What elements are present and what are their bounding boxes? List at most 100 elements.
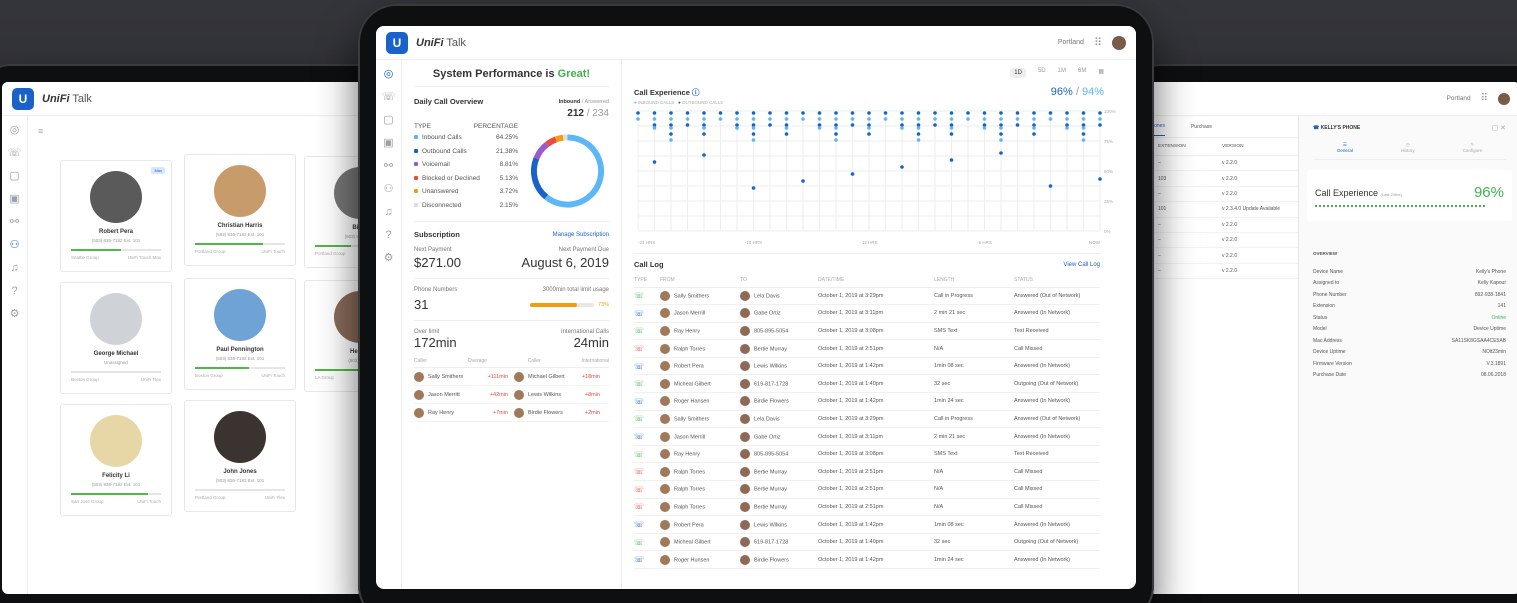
user-card[interactable]: George Michael Unassigned Boston Group UniF… <box>60 282 172 394</box>
user-card[interactable]: Christian Harris (503) 836-7182 Ext. 101 P… <box>184 154 296 266</box>
table-row[interactable]: ☏ Jason Merrill Gabe Ortiz October 1, 2019 … <box>634 304 1100 323</box>
table-row[interactable]: – v 2.2.0 <box>1148 264 1298 280</box>
user-card[interactable]: Max Robert Pera (503) 836-7182 Ext. 101 Sea… <box>60 160 172 272</box>
dashboard-icon[interactable]: ◎ <box>10 124 20 136</box>
avatar <box>214 165 266 217</box>
experience-point <box>982 126 987 130</box>
users-icon[interactable]: ⚇ <box>384 183 394 195</box>
filter-icon[interactable]: ≡ <box>38 126 43 136</box>
table-row[interactable]: – v 2.2.0 <box>1148 248 1298 264</box>
user-card[interactable]: John Jones (503) 836-7182 Ext. 101 Portlan… <box>184 400 296 512</box>
devices-icon[interactable]: ▢ <box>383 114 393 126</box>
table-row[interactable]: 101 v 2.3.4.0 Update Available <box>1148 202 1298 218</box>
to-name: 619-817-1728 <box>754 539 789 546</box>
table-row[interactable]: ☏ Micheal Gilbert 619-817-1728 October 1, 2… <box>634 533 1100 552</box>
routing-icon[interactable]: ⚯ <box>384 160 393 172</box>
user-card[interactable]: Paul Pennington (503) 836-7182 Ext. 101 Bo… <box>184 278 296 390</box>
settings-icon[interactable]: ⚙ <box>10 308 20 320</box>
to-name: Bertie Murray <box>754 346 788 353</box>
table-row[interactable]: ☏ Micheal Gilbert 619-817-1728 October 1, 2… <box>634 374 1100 394</box>
table-row[interactable]: ☏ Roger Hansen Birdie Flowers October 1, 20… <box>634 392 1100 411</box>
call-datetime: October 1, 2019 at 1:42pm <box>818 550 934 569</box>
experience-point <box>652 126 657 130</box>
help-icon[interactable]: ? <box>11 285 17 297</box>
tab-5d[interactable]: 5D <box>1038 68 1046 78</box>
log-header[interactable]: TO <box>740 273 818 288</box>
table-row[interactable]: ☏ Robert Pera Lewis Wilkins October 1, 2019… <box>634 357 1100 376</box>
exp-value: 96% <box>1473 184 1504 201</box>
table-row[interactable]: ☏ Robert Pera Lewis Wilkins October 1, 2019… <box>634 515 1100 534</box>
table-row[interactable]: – v 2.2.0 <box>1148 156 1298 172</box>
from-name: Ray Henry <box>674 451 700 458</box>
bell-icon[interactable]: ♫ <box>384 206 392 218</box>
table-row[interactable]: ☏ Ray Henry 805-895-5054 October 1, 2019 at… <box>634 322 1100 341</box>
users-icon[interactable]: ⚇ <box>10 239 20 251</box>
experience-point <box>900 126 904 130</box>
tab-purchase[interactable]: Purchase <box>1191 124 1212 130</box>
table-row[interactable]: ☏ Ray Henry 805-895-5054 October 1, 2019 at… <box>634 445 1100 464</box>
center-topbar: U UniFi Talk Portland ⠿ <box>376 26 1136 60</box>
bell-icon[interactable]: ♫ <box>10 262 18 274</box>
table-row[interactable]: – v 2.2.0 <box>1148 218 1298 233</box>
unifi-logo-icon[interactable]: U <box>386 31 408 54</box>
tab-6m[interactable]: 6M <box>1078 68 1086 78</box>
experience-point <box>916 126 921 130</box>
calendar-icon[interactable]: ▦ <box>1098 68 1104 78</box>
table-row[interactable]: – v 2.2.0 <box>1148 187 1298 203</box>
close-icon[interactable]: ▢ ✕ <box>1492 124 1506 132</box>
experience-point <box>982 111 987 115</box>
log-header[interactable]: STATUS <box>1014 273 1100 288</box>
y-tick-label: 0% <box>1104 229 1111 234</box>
table-row[interactable]: 103 v 2.2.0 <box>1148 171 1298 187</box>
tab-configure[interactable]: ✎ Configure <box>1463 142 1483 153</box>
table-row[interactable]: – v 2.2.0 <box>1148 233 1298 249</box>
table-row[interactable]: ☏ Ralph Torres Bertie Murray October 1, 201… <box>634 462 1100 482</box>
international-value: +8min <box>584 391 600 398</box>
user-device: UniFi Touch <box>261 249 285 254</box>
avatar <box>740 396 750 407</box>
log-header[interactable]: FROM <box>660 273 740 288</box>
experience-point <box>652 160 657 164</box>
experience-point <box>801 179 805 183</box>
help-icon[interactable]: ? <box>385 229 391 241</box>
tab-history[interactable]: ◷ History <box>1401 142 1415 153</box>
table-row[interactable]: ☏ Sally Smithers Lela Davis October 1, 2019… <box>634 287 1100 306</box>
table-row[interactable]: ☏ Ralph Torres Bertie Murray October 1, 201… <box>634 498 1100 517</box>
view-call-log-link[interactable]: View Call Log <box>1063 262 1100 268</box>
tab-general[interactable]: ☰ General <box>1337 142 1353 153</box>
manage-subscription-link[interactable]: Manage Subscription <box>553 232 609 238</box>
phone-icon[interactable]: ☏ <box>382 91 396 103</box>
donut-slice <box>533 142 549 160</box>
log-header[interactable]: TYPE <box>634 273 660 288</box>
user-card[interactable]: Felicity Li (503) 836-7182 Ext. 101 San Jo… <box>60 404 172 516</box>
to-name: Bertie Murray <box>754 486 788 493</box>
dashboard-icon[interactable]: ◎ <box>384 68 394 80</box>
apps-grid-icon[interactable]: ⠿ <box>1094 36 1102 49</box>
settings-icon[interactable]: ⚙ <box>384 252 394 264</box>
avatar[interactable] <box>1112 35 1126 50</box>
calls-icon[interactable]: ▣ <box>9 193 19 205</box>
log-header[interactable]: DATE/TIME <box>818 273 934 288</box>
table-row[interactable]: ☏ Ralph Torres Bertie Murray October 1, 201… <box>634 339 1100 358</box>
tab-1d[interactable]: 1D <box>1010 68 1026 78</box>
col-version: VERSION <box>1222 144 1244 149</box>
field-value: 141 <box>1497 303 1506 310</box>
apps-grid-icon[interactable]: ⠿ <box>1481 93 1488 104</box>
avatar[interactable] <box>1498 92 1510 105</box>
location-label[interactable]: Portland <box>1446 95 1470 102</box>
calls-icon[interactable]: ▣ <box>383 137 393 149</box>
table-row[interactable]: ☏ Sally Smithers Lela Davis October 1, 2019… <box>634 410 1100 429</box>
table-row[interactable]: ☏ Roger Hunsen Birdie Flowers October 1, 20… <box>634 550 1100 569</box>
devices-icon[interactable]: ▢ <box>9 170 19 182</box>
tab-1m[interactable]: 1M <box>1058 68 1066 78</box>
table-row[interactable]: ☏ Jason Merrill Gabe Ortiz October 1, 2019 … <box>634 427 1100 446</box>
unifi-logo-icon[interactable]: U <box>12 87 34 110</box>
phone-icon[interactable]: ☏ <box>8 147 22 159</box>
field-value: Kelly Kapour <box>1477 280 1506 287</box>
location-label[interactable]: Portland <box>1058 39 1084 46</box>
routing-icon[interactable]: ⚯ <box>10 216 19 228</box>
log-header[interactable]: LENGTH <box>934 273 1014 288</box>
info-icon[interactable]: ⓘ <box>692 88 700 97</box>
card-quality-bar <box>195 243 285 245</box>
table-row[interactable]: ☏ Ralph Torres Bertie Murray October 1, 201… <box>634 480 1100 499</box>
